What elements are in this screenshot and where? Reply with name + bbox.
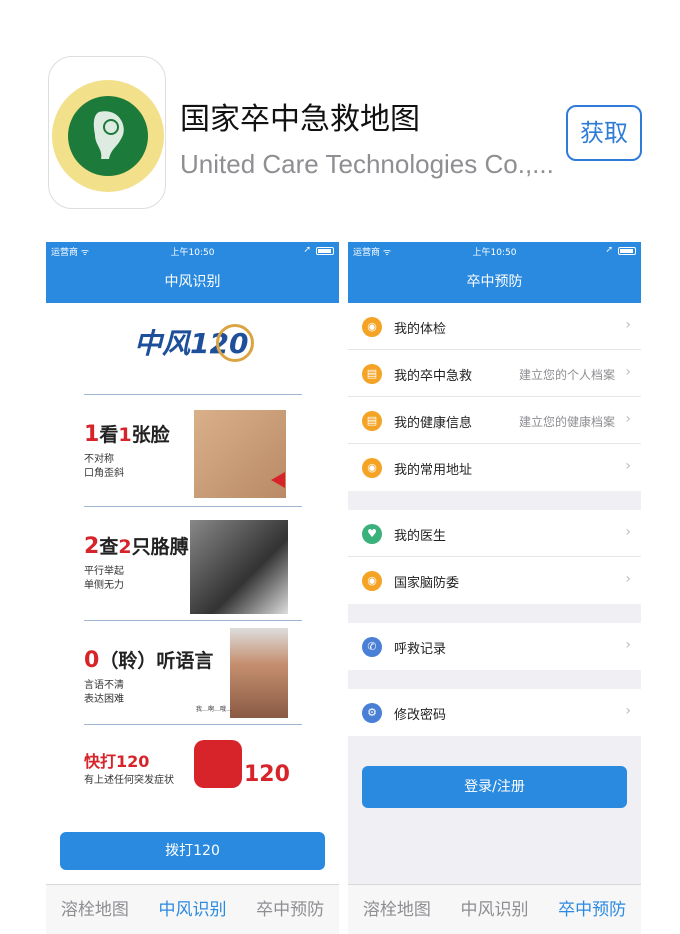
tab-stroke-prevention[interactable]: 卒中预防	[543, 885, 641, 934]
location-icon: ➚	[303, 245, 311, 255]
battery-icon	[316, 247, 334, 255]
tab-stroke-identification[interactable]: 中风识别	[144, 885, 242, 934]
status-time: 上午10:50	[472, 248, 517, 258]
emergency-icon: ▤	[362, 364, 382, 384]
tab-thrombolysis-map[interactable]: 溶栓地图	[46, 885, 144, 934]
address-icon: ◉	[362, 458, 382, 478]
menu-item-call-records[interactable]: ✆ 呼救记录 ›	[348, 623, 641, 670]
battery-icon	[618, 247, 636, 255]
speech-caption: 我…啊…哦…	[196, 706, 233, 713]
menu-item-stroke-emergency[interactable]: ▤ 我的卒中急救 建立您的个人档案 ›	[348, 350, 641, 397]
nav-title: 卒中预防	[348, 261, 641, 303]
phone-icon: ✆	[362, 637, 382, 657]
menu-item-national-committee[interactable]: ◉ 国家脑防委 ›	[348, 557, 641, 604]
call-number: 120	[244, 762, 290, 787]
screenshot-stroke-prevention: 运营商 ᯤ 上午10:50 ➚ 卒中预防 ◉ 我的体检 › ▤ 我的卒中急救 建…	[348, 242, 641, 934]
tab-stroke-prevention[interactable]: 卒中预防	[241, 885, 339, 934]
stroke-120-logo: 中风120	[134, 322, 254, 372]
screenshot-stroke-identification: 运营商 ᯤ 上午10:50 ➚ 中风识别 中风120 1看1张脸 不对称 口角歪斜…	[46, 242, 339, 934]
chevron-right-icon: ›	[625, 637, 631, 653]
get-button[interactable]: 获取	[566, 105, 642, 161]
status-time: 上午10:50	[170, 248, 215, 258]
heart-icon: ♥	[362, 524, 382, 544]
logo-ring-icon	[216, 324, 254, 362]
status-bar: 运营商 ᯤ 上午10:50 ➚	[46, 242, 339, 261]
telephone-icon	[194, 740, 242, 788]
menu-item-addresses[interactable]: ◉ 我的常用地址 ›	[348, 444, 641, 491]
menu-group-settings: ⚙ 修改密码 ›	[348, 689, 641, 736]
divider	[84, 506, 302, 507]
health-info-icon: ▤	[362, 411, 382, 431]
menu-item-health-info[interactable]: ▤ 我的健康信息 建立您的健康档案 ›	[348, 397, 641, 444]
menu-group-calls: ✆ 呼救记录 ›	[348, 623, 641, 670]
app-developer: United Care Technologies Co.,...	[180, 149, 554, 179]
status-bar: 运营商 ᯤ 上午10:50 ➚	[348, 242, 641, 261]
app-title: 国家卒中急救地图	[180, 102, 420, 137]
call-120-button[interactable]: 拨打120	[60, 832, 325, 870]
tab-bar: 溶栓地图 中风识别 卒中预防	[46, 884, 339, 934]
gear-icon: ⚙	[362, 703, 382, 723]
red-arrow-icon	[271, 472, 285, 488]
checkup-icon: ◉	[362, 317, 382, 337]
arms-photo	[190, 520, 288, 614]
committee-icon: ◉	[362, 571, 382, 591]
chevron-right-icon: ›	[625, 364, 631, 380]
chevron-right-icon: ›	[625, 703, 631, 719]
chevron-right-icon: ›	[625, 524, 631, 540]
location-icon: ➚	[605, 245, 613, 255]
app-icon	[48, 56, 166, 209]
menu-group-doctors: ♥ 我的医生 › ◉ 国家脑防委 ›	[348, 510, 641, 604]
chevron-right-icon: ›	[625, 571, 631, 587]
stroke-map-logo-icon	[52, 80, 164, 192]
menu-item-my-doctor[interactable]: ♥ 我的医生 ›	[348, 510, 641, 557]
login-register-button[interactable]: 登录/注册	[362, 766, 627, 808]
tab-bar: 溶栓地图 中风识别 卒中预防	[348, 884, 641, 934]
divider	[84, 620, 302, 621]
tab-stroke-identification[interactable]: 中风识别	[446, 885, 544, 934]
chevron-right-icon: ›	[625, 458, 631, 474]
menu-group-profile: ◉ 我的体检 › ▤ 我的卒中急救 建立您的个人档案 › ▤ 我的健康信息 建立…	[348, 303, 641, 491]
tab-thrombolysis-map[interactable]: 溶栓地图	[348, 885, 446, 934]
divider	[84, 724, 302, 725]
man-photo	[230, 628, 288, 718]
menu-item-checkup[interactable]: ◉ 我的体检 ›	[348, 303, 641, 350]
divider	[84, 394, 302, 395]
chevron-right-icon: ›	[625, 411, 631, 427]
nav-title: 中风识别	[46, 261, 339, 303]
menu-item-change-password[interactable]: ⚙ 修改密码 ›	[348, 689, 641, 736]
chevron-right-icon: ›	[625, 317, 631, 333]
